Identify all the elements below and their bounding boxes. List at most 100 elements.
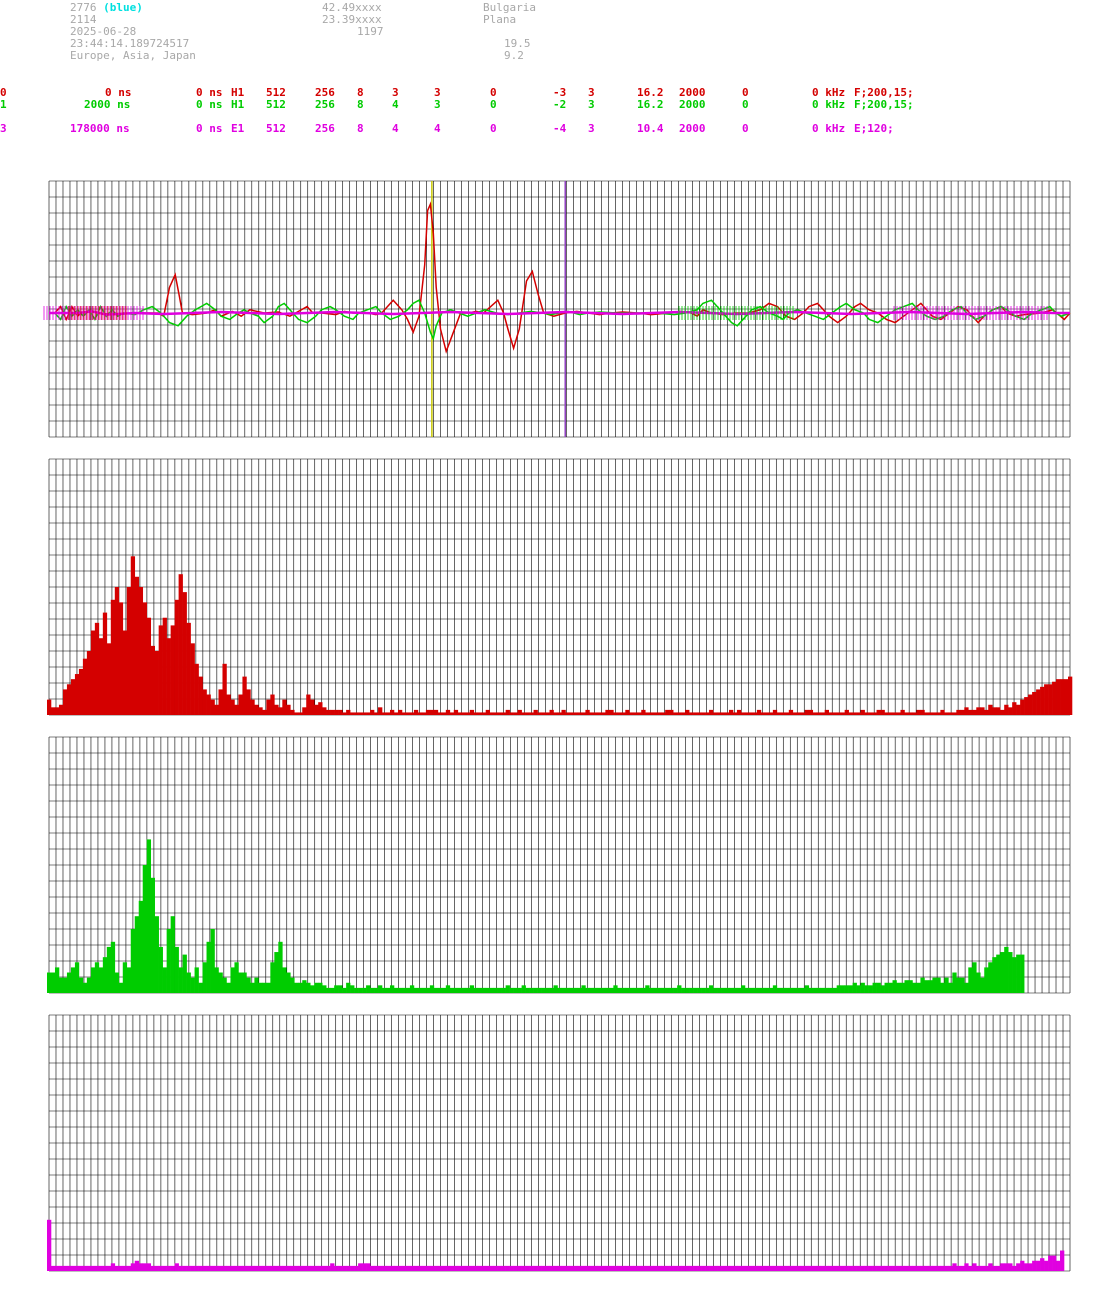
spectrum-bar	[346, 982, 351, 993]
spectrum-bar	[521, 985, 526, 993]
spectrum-bar	[956, 977, 961, 993]
spectrum-bar	[888, 712, 893, 715]
spectrum-bar	[701, 712, 706, 715]
spectrum-bar	[190, 1265, 195, 1271]
spectrum-bar	[685, 709, 690, 715]
spectrum-bar	[505, 709, 510, 715]
spectrum-bar	[386, 1265, 391, 1271]
spectrum-bar	[449, 987, 455, 993]
spectrum-bar	[653, 987, 658, 993]
spectrum-bar	[804, 1265, 810, 1271]
spectrum-bar	[421, 1265, 427, 1271]
ch-i: 16.2	[637, 98, 664, 111]
spectrum-bar	[449, 1265, 455, 1271]
spectrum-bar	[282, 1265, 287, 1271]
spectrum-bar	[633, 1265, 638, 1271]
spectrum-bar	[557, 1265, 562, 1271]
spectrum-bar	[202, 689, 207, 715]
spectrum-bar	[764, 712, 770, 715]
spectrum-bar	[752, 987, 758, 993]
spectrum-bar	[876, 709, 881, 715]
spectrum-bar	[685, 1265, 690, 1271]
spectrum-bar	[370, 1265, 375, 1271]
spectrum-bar	[326, 1265, 331, 1271]
spectrum-bar	[254, 977, 259, 993]
spectrum-bar	[629, 987, 634, 993]
spectrum-bar	[637, 1265, 642, 1271]
spectrum-bar	[1048, 1255, 1053, 1271]
spectrum-bar	[673, 1265, 678, 1271]
channel-row-0: 0 0 ns 0 ns H1 512 256 8 3 3 0 -3 3 16.2…	[0, 86, 1095, 99]
spectrum-bar	[198, 1265, 203, 1271]
spectrum-bar	[102, 1265, 108, 1271]
spectrum-bar	[641, 1265, 646, 1271]
spectrum-bar	[665, 1265, 670, 1271]
spectrum-bar	[705, 1265, 710, 1271]
ch-h: 3	[588, 98, 595, 111]
spectrum-bar	[545, 712, 550, 715]
spectrum-bar	[800, 1265, 806, 1271]
spectrum-bar	[397, 709, 403, 715]
spectrum-bar	[90, 630, 96, 715]
spectrum-bar	[82, 982, 88, 993]
spectrum-bar	[246, 689, 251, 715]
spectrum-bar	[1052, 681, 1057, 715]
spectrum-bar	[629, 712, 634, 715]
ch-j: 2000	[679, 122, 706, 135]
spectrum-bar	[401, 712, 407, 715]
spectrum-bar	[1032, 1260, 1037, 1271]
spectrum-bar	[445, 1265, 451, 1271]
spectrum-bar	[1060, 679, 1065, 715]
spectrum-bar	[350, 1265, 355, 1271]
spectrum-bar	[1044, 1260, 1049, 1271]
spectrum-bar	[872, 712, 877, 715]
spectrum-bar	[162, 617, 167, 715]
spectrum-bar	[286, 972, 291, 993]
spectrum-bar	[130, 1263, 136, 1271]
spectrum-bar	[417, 712, 423, 715]
spectrum-bar	[150, 877, 155, 993]
spectrum-bar	[134, 916, 140, 993]
spectrum-bar	[956, 709, 961, 715]
spectrum-bar	[581, 1265, 586, 1271]
spectrum-bar	[836, 1265, 841, 1271]
spectrum-bar	[106, 1265, 112, 1271]
spectrum-bar	[844, 709, 849, 715]
spectrum-bar	[864, 1265, 869, 1271]
ch-id: 1	[0, 98, 7, 111]
spectrum-bar	[222, 1265, 227, 1271]
spectrum-bar	[577, 1265, 582, 1271]
spectrum-bar	[736, 1265, 742, 1271]
spectrum-bar	[792, 712, 798, 715]
spectrum-bar	[186, 622, 191, 715]
spectrum-bar	[689, 1265, 694, 1271]
spectrum-bar	[122, 1265, 128, 1271]
spectrum-bar	[784, 987, 790, 993]
spectrum-bar	[948, 712, 953, 715]
spectrum-bar	[489, 987, 494, 993]
spectrum-bar	[645, 712, 650, 715]
spectrum-bar	[497, 712, 502, 715]
grid	[48, 1014, 1071, 1272]
spectrum-bar	[900, 709, 905, 715]
ch-c: 8	[357, 98, 364, 111]
spectrum-bar	[1004, 1263, 1009, 1271]
spectrum-bar	[302, 707, 307, 715]
spectrum-bar	[732, 1265, 738, 1271]
spectrum-bar	[593, 1265, 598, 1271]
spectrum-bar	[306, 694, 311, 715]
spectrum-bar	[936, 977, 941, 993]
spectrum-bar	[258, 707, 263, 715]
spectrum-bar	[493, 712, 498, 715]
spectrum-bar	[996, 1265, 1001, 1271]
spectrum-bar	[362, 1263, 367, 1271]
spectrum-bar	[170, 625, 175, 715]
spectrum-bar	[310, 699, 315, 715]
spectrum-bar	[469, 1265, 475, 1271]
spectrum-bar	[457, 712, 463, 715]
spectrum-bar	[389, 1265, 395, 1271]
spectrum-bar	[561, 709, 566, 715]
spectrum-bar	[330, 1263, 335, 1271]
spectrum-bar	[792, 987, 798, 993]
spectrum-bar	[74, 962, 80, 993]
